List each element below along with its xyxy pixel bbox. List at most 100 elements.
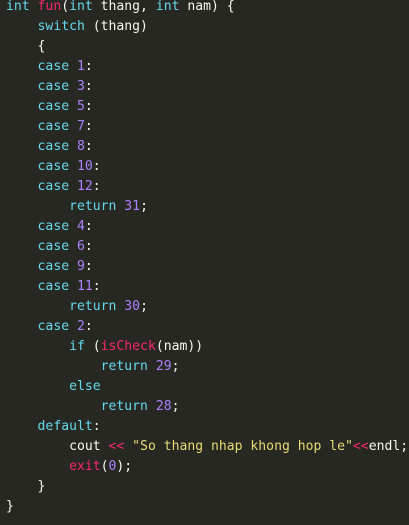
code-line[interactable]: case 8:: [6, 137, 93, 157]
code-token: 4: [76, 219, 85, 234]
code-line[interactable]: case 10:: [6, 157, 101, 177]
code-token: 6: [76, 239, 85, 254]
code-token: :: [84, 259, 93, 274]
code-line[interactable]: case 11:: [6, 277, 101, 297]
code-token: {: [37, 39, 46, 54]
code-line[interactable]: if (isCheck(nam)): [6, 337, 203, 357]
code-token: ;: [171, 359, 180, 374]
code-token: ;: [171, 399, 180, 414]
code-token: case: [37, 139, 70, 154]
code-token: case: [37, 279, 70, 294]
code-line[interactable]: case 1:: [6, 57, 93, 77]
code-token: return: [69, 299, 117, 314]
code-token: 30: [124, 299, 141, 314]
code-token: );: [116, 459, 133, 474]
code-line[interactable]: else: [6, 377, 101, 397]
code-line[interactable]: case 6:: [6, 237, 93, 257]
code-token: :: [92, 279, 101, 294]
code-token: 28: [155, 399, 172, 414]
code-token: :: [92, 159, 101, 174]
code-token: (: [100, 459, 109, 474]
code-line[interactable]: exit(0);: [6, 457, 132, 477]
code-token: 9: [76, 259, 85, 274]
code-line[interactable]: cout << "So thang nhap khong hop le"<<en…: [6, 437, 408, 457]
code-token: case: [37, 179, 70, 194]
code-line[interactable]: }: [6, 497, 14, 517]
code-line[interactable]: case 9:: [6, 257, 93, 277]
code-token: return: [100, 399, 148, 414]
code-line[interactable]: case 3:: [6, 77, 93, 97]
code-line[interactable]: default:: [6, 417, 101, 437]
code-token: :: [84, 79, 93, 94]
code-token: :: [84, 239, 93, 254]
code-line[interactable]: case 7:: [6, 117, 93, 137]
code-token: (: [61, 0, 70, 14]
code-token: case: [37, 119, 70, 134]
code-token: :: [84, 319, 93, 334]
code-line[interactable]: int fun(int thang, int nam) {: [6, 0, 235, 17]
code-token: :: [92, 179, 101, 194]
code-token: 5: [76, 99, 85, 114]
code-line[interactable]: return 29;: [6, 357, 180, 377]
code-token: case: [37, 79, 70, 94]
code-token: 2: [76, 319, 85, 334]
code-token: :: [84, 59, 93, 74]
code-token: case: [37, 319, 70, 334]
code-token: thang,: [92, 0, 156, 14]
code-line[interactable]: case 5:: [6, 97, 93, 117]
code-line[interactable]: case 12:: [6, 177, 101, 197]
code-token: int: [69, 0, 93, 14]
code-token: case: [37, 59, 70, 74]
code-line[interactable]: }: [6, 477, 46, 497]
code-token: }: [37, 479, 46, 494]
code-token: <<: [108, 439, 125, 454]
code-token: :: [84, 139, 93, 154]
code-line[interactable]: case 4:: [6, 217, 93, 237]
code-token: switch: [37, 19, 85, 34]
code-editor[interactable]: int fun(int thang, int nam) { switch (th…: [0, 0, 409, 525]
code-token: case: [37, 259, 70, 274]
code-line[interactable]: return 30;: [6, 297, 148, 317]
code-token: nam) {: [179, 0, 235, 14]
code-token: (nam)): [155, 339, 204, 354]
code-token: 31: [124, 199, 141, 214]
code-token: (: [84, 339, 101, 354]
code-line[interactable]: {: [6, 37, 46, 57]
code-line[interactable]: return 31;: [6, 197, 148, 217]
code-line[interactable]: switch (thang): [6, 17, 148, 37]
code-token: case: [37, 219, 70, 234]
code-token: (thang): [84, 19, 148, 34]
code-line[interactable]: return 28;: [6, 397, 180, 417]
code-token: fun: [37, 0, 62, 14]
code-token: ;: [140, 299, 148, 314]
code-token: ;: [140, 199, 148, 214]
code-token: <<: [352, 439, 369, 454]
code-token: int: [155, 0, 180, 14]
code-token: case: [37, 239, 70, 254]
code-line[interactable]: case 2:: [6, 317, 93, 337]
